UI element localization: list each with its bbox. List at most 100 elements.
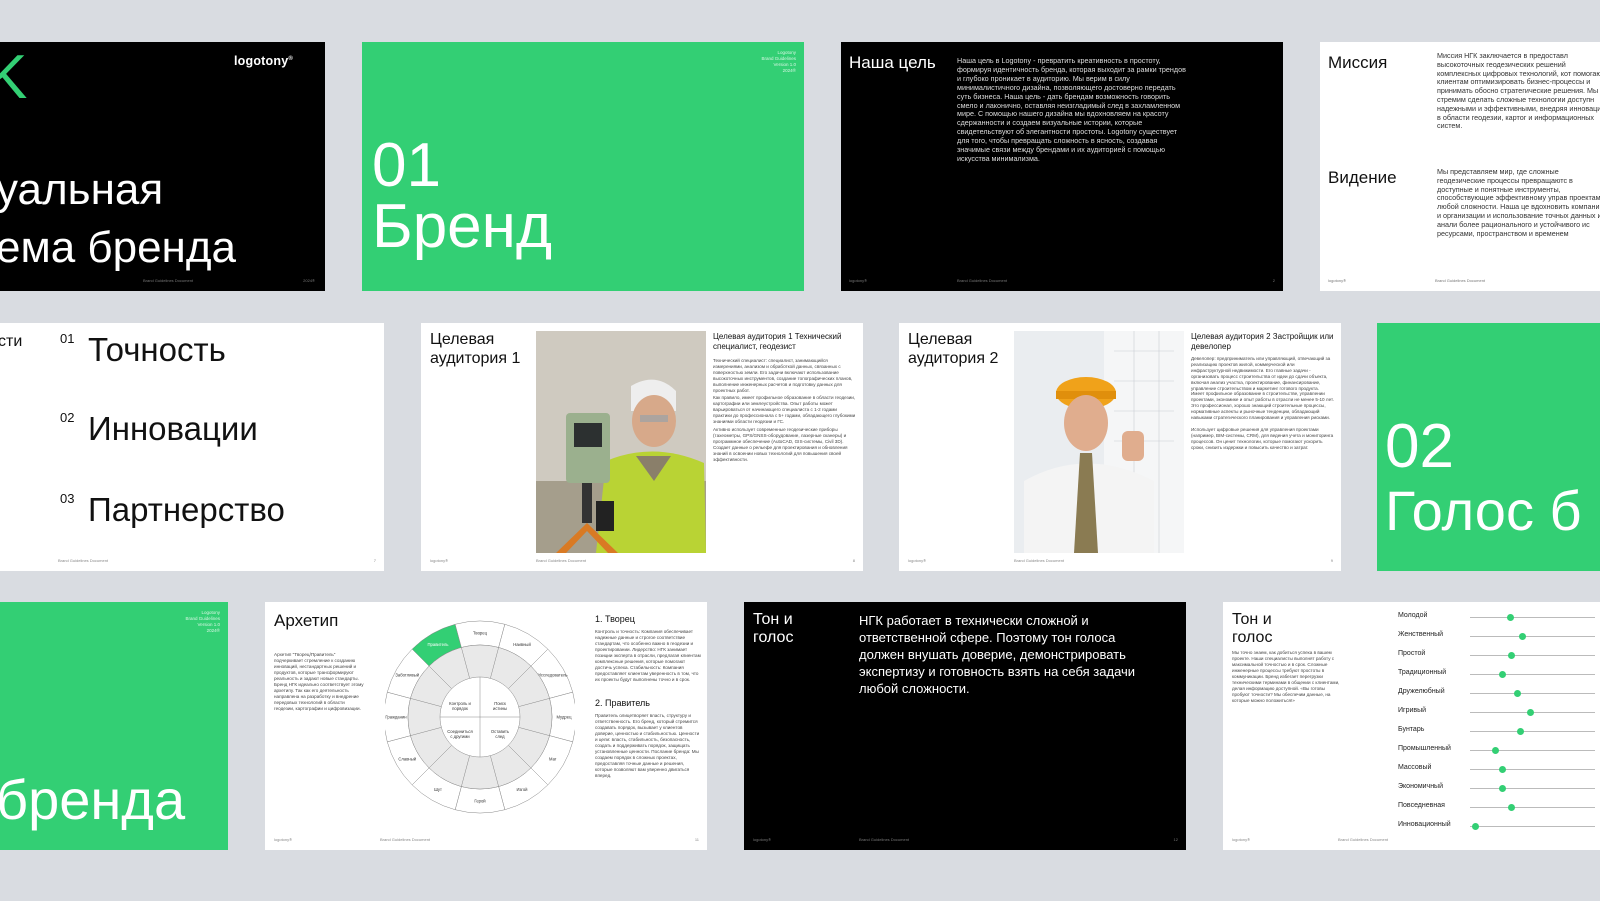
trait-label: Простой <box>1398 650 1426 657</box>
wheel-label: Изгой <box>516 787 528 792</box>
trait-row: Массовый <box>1398 764 1598 776</box>
slide-tone-voice-traits[interactable]: Тон и голос Мы точно знаем, как добиться… <box>1223 602 1600 850</box>
trait-row: Инновационный <box>1398 821 1598 833</box>
wheel-label: Правитель <box>428 642 450 647</box>
trait-label: Молодой <box>1398 612 1428 619</box>
trait-marker <box>1516 728 1524 735</box>
trait-scale-line <box>1470 674 1595 675</box>
slide-brand-green[interactable]: Logotony Brand Guidelines Version 1.0 20… <box>0 602 228 850</box>
slide-section-brand[interactable]: Logotony Brand Guidelines Version 1.0 20… <box>362 42 804 291</box>
wheel-label: Славный <box>398 757 416 762</box>
k-logo-mark: K <box>0 43 28 112</box>
column-1-title: 1. Творец <box>595 614 635 624</box>
trait-label: Экономичный <box>1398 783 1444 790</box>
trait-marker <box>1519 633 1526 640</box>
value-number: 01 <box>60 331 75 346</box>
footer-doc: Brand Guidelines Document <box>380 837 431 842</box>
trait-row: Игривый <box>1398 707 1598 719</box>
audience-title: Целевая аудитория 2 <box>908 331 999 367</box>
slide-values[interactable]: сти 01 Точность 02 Инновации 03 Партнерс… <box>0 323 384 571</box>
trait-row: Женственный <box>1398 631 1598 643</box>
archetype-intro: Архетип "Творец/Правитель" подчеркивает … <box>274 652 364 711</box>
wheel-quadrant-label: порядок <box>452 706 468 711</box>
wheel-quadrant-label: с другими <box>450 734 470 739</box>
vision-title: Видение <box>1328 168 1397 187</box>
cover-title-line2: ема бренда <box>0 223 237 272</box>
trait-marker <box>1506 614 1514 621</box>
wheel-label: Наивный <box>513 642 531 647</box>
slide-tone-voice-statement[interactable]: Тон и голос НГК работает в технически сл… <box>744 602 1186 850</box>
logo-text: logotony <box>234 54 289 68</box>
tone-title: Тон и голос <box>1232 611 1273 646</box>
trait-scale-line <box>1470 636 1595 637</box>
trait-label: Традиционный <box>1398 669 1447 676</box>
meta-line: 2024® <box>206 628 220 633</box>
value-text: Точность <box>88 331 226 368</box>
audience-para-1: Технический специалист: специалист, зани… <box>713 358 853 393</box>
trait-scale-line <box>1470 826 1595 827</box>
trait-row: Простой <box>1398 650 1598 662</box>
section-title: Бренд <box>372 192 553 261</box>
mission-title: Миссия <box>1328 53 1388 72</box>
wheel-label: Маг <box>549 757 557 762</box>
footer-logo: logotony® <box>753 837 772 842</box>
footer-doc: Brand Guidelines Document <box>1338 837 1389 842</box>
footer-page: 7 <box>373 558 376 563</box>
tone-body: Мы точно знаем, как добиться успеха в ва… <box>1232 650 1340 703</box>
archetype-wheel: Правитель Творец Наивный Исследователь Мудре… <box>385 620 575 814</box>
slide-meta: Logotony Brand Guidelines Version 1.0 20… <box>761 50 796 74</box>
footer-doc: Brand Guidelines Document <box>1014 558 1065 563</box>
value-text: Инновации <box>88 410 258 447</box>
wheel-label: Гражданин <box>385 715 407 720</box>
wheel-label: Шут <box>434 787 442 792</box>
audience-subtitle: Целевая аудитория 1 Технический специали… <box>713 332 842 351</box>
section-title: Голос б <box>1385 479 1582 542</box>
value-number: 03 <box>60 491 75 506</box>
trait-label: Дружелюбный <box>1398 688 1445 695</box>
slide-target-audience-1[interactable]: Целевая аудитория 1 Целевая аудитория 1 … <box>421 323 863 571</box>
trait-row: Бунтарь <box>1398 726 1598 738</box>
trait-scale-line <box>1470 617 1595 618</box>
trait-marker <box>1471 823 1479 830</box>
wheel-label: Герой <box>474 799 486 804</box>
trait-scale-line <box>1470 655 1595 656</box>
trait-scale-line <box>1470 731 1595 732</box>
wheel-label: Творец <box>473 631 488 636</box>
slide-mission-vision[interactable]: Миссия Миссия НГК заключается в предоста… <box>1320 42 1600 291</box>
trait-marker <box>1499 785 1506 792</box>
trait-row: Молодой <box>1398 612 1598 624</box>
wheel-label: Мудрец <box>557 715 573 720</box>
goal-body: Наша цель в Logotony - превратить креати… <box>957 56 1186 163</box>
slide-archetype[interactable]: Архетип Архетип "Творец/Правитель" подче… <box>265 602 707 850</box>
footer-doc: Brand Guidelines Document <box>58 558 109 563</box>
surveyor-illustration <box>536 331 706 553</box>
audience-para-3: Использует цифровые решения для управлен… <box>1191 427 1334 450</box>
developer-photo <box>1014 331 1184 553</box>
wheel-quadrant-label: след <box>495 734 505 739</box>
footer-page: 12 <box>1173 837 1178 842</box>
footer-logo: logotony® <box>274 837 293 842</box>
footer-page: 9 <box>1330 558 1333 563</box>
slide-our-goal[interactable]: Наша цель Наша цель в Logotony - преврат… <box>841 42 1283 291</box>
trait-row: Промышленный <box>1398 745 1598 757</box>
archetype-title: Архетип <box>274 611 339 630</box>
meta-line: 2024® <box>782 68 796 73</box>
audience-para-1: Девелопер: предприниматель или управляющ… <box>1191 356 1331 391</box>
trait-marker <box>1507 804 1515 811</box>
trait-scale-line <box>1470 750 1595 751</box>
trait-label: Бунтарь <box>1398 726 1425 733</box>
slide-section-voice[interactable]: 02 Голос б <box>1377 323 1600 571</box>
logotony-logo: logotony® <box>234 54 293 68</box>
trait-marker <box>1514 690 1521 697</box>
slide-meta: Logotony Brand Guidelines Version 1.0 20… <box>185 610 220 634</box>
slide-brand-cover[interactable]: K logotony® уальная ема бренда Brand Gui… <box>0 42 325 291</box>
registered-mark: ® <box>288 55 293 62</box>
section-number: 01 <box>372 131 441 200</box>
trait-scale-list: Молодой Женственный Простой Традиционный Дру… <box>1398 612 1598 832</box>
trait-scale-line <box>1470 788 1595 789</box>
column-1-body: Контроль и точность: Компания обеспечива… <box>595 629 701 682</box>
footer-year: 2024® <box>303 278 315 283</box>
trait-scale-line <box>1470 769 1595 770</box>
column-2-title: 2. Правитель <box>595 698 650 708</box>
slide-target-audience-2[interactable]: Целевая аудитория 2 Целевая аудитория 2 … <box>899 323 1341 571</box>
